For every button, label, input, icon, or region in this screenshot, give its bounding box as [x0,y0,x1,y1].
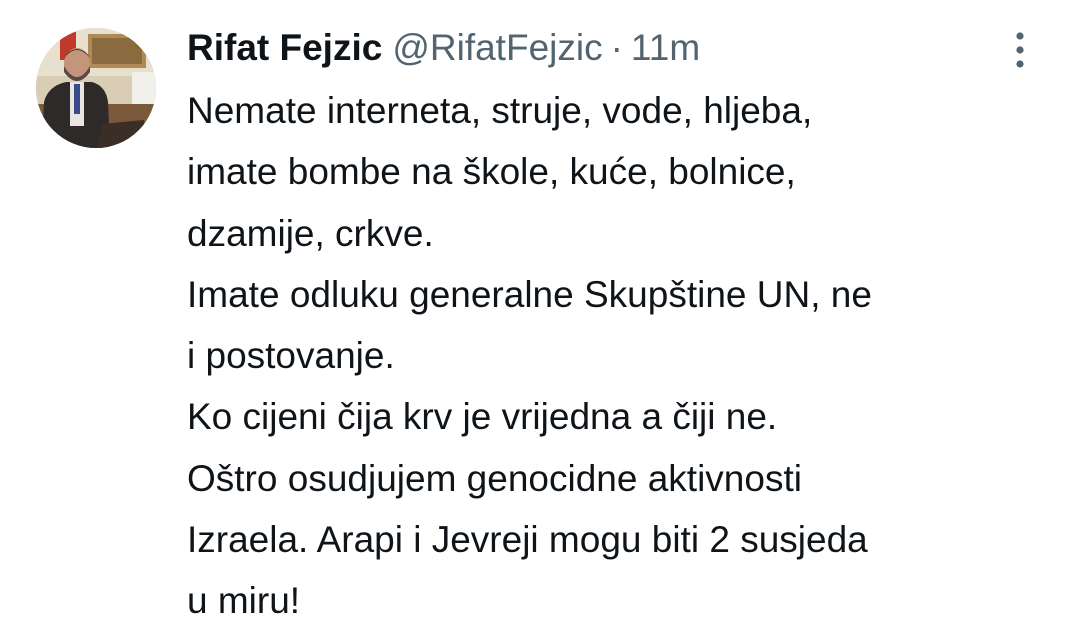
tweet-text-line: i postovanje. [187,335,395,377]
author-handle[interactable]: @RifatFejzic [392,27,602,69]
tweet-text-line: Oštro osudjujem genocidne aktivnosti [187,457,802,499]
tweet-text-line: dzamije, crkve. [187,212,434,254]
tweet-text-line: Ko cijeni čija krv je vrijedna a čiji ne… [187,396,778,438]
more-options-button[interactable] [1004,28,1036,72]
tweet-timestamp[interactable]: 11m [631,27,700,69]
tweet-text: Nemate interneta, struje, vode, hljeba, … [187,80,1057,632]
tweet-text-line: Imate odluku generalne Skupštine UN, ne [187,273,872,315]
tweet-header: Rifat Fejzic @RifatFejzic · 11m [187,24,700,72]
author-display-name[interactable]: Rifat Fejzic [187,27,382,69]
tweet[interactable]: Rifat Fejzic @RifatFejzic · 11m Nemate i… [0,0,1080,641]
tweet-text-line: u miru! [187,580,301,622]
tweet-text-line: Nemate interneta, struje, vode, hljeba, [187,90,813,131]
header-separator: · [610,27,623,68]
avatar[interactable] [36,28,156,148]
tweet-text-line: Izraela. Arapi i Jevreji mogu biti 2 sus… [187,519,868,561]
tweet-text-line: imate bombe na škole, kuće, bolnice, [187,151,796,193]
avatar-photo [36,28,156,148]
more-vertical-icon [1016,32,1024,68]
